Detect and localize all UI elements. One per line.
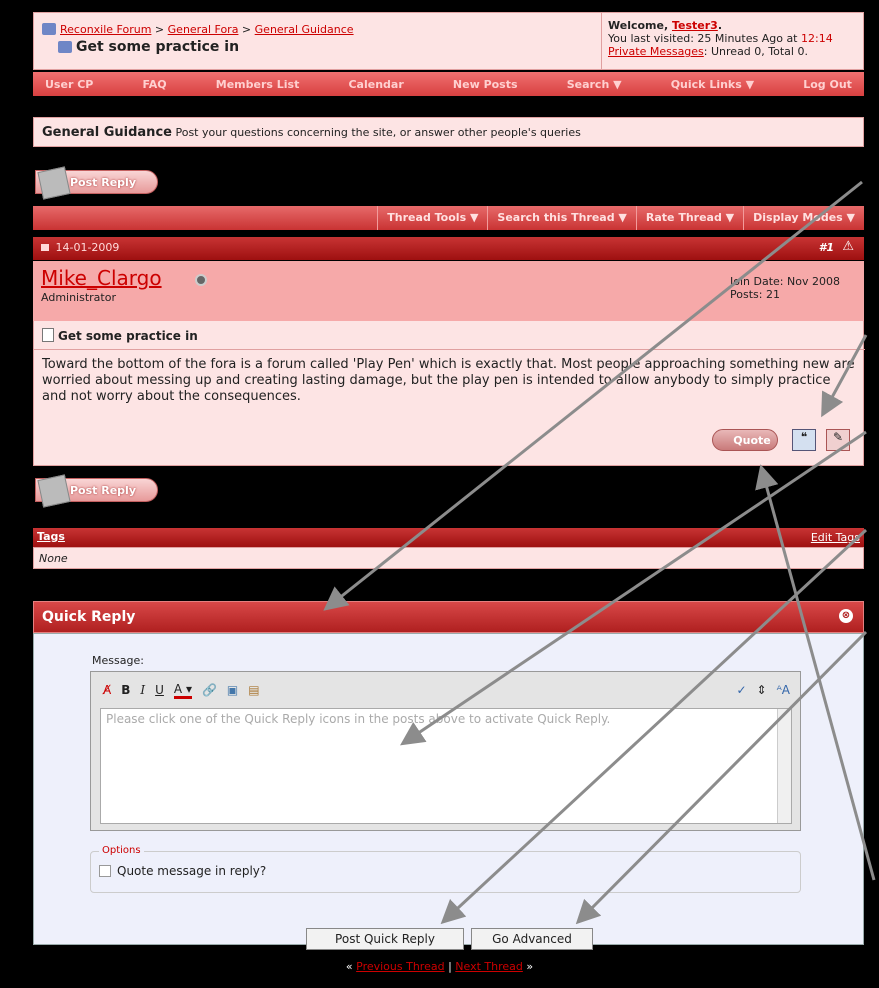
tags-header: Tags Edit Tags <box>33 528 864 547</box>
thread-tools-menu[interactable]: Thread Tools ▼ <box>377 206 487 230</box>
tags-body: None <box>33 547 864 569</box>
nav-log-out[interactable]: Log Out <box>803 78 852 91</box>
welcome-text: Welcome, <box>608 19 672 32</box>
tags-link[interactable]: Tags <box>37 530 65 543</box>
message-label: Message: <box>92 654 144 667</box>
post-count: Posts: 21 <box>730 288 780 301</box>
post-title: Get some practice in <box>42 328 198 343</box>
editor-toolbar: A̸ B I U A ▾ 🔗 ▣ ▤ ✓ ⇕ ᴬA <box>95 676 796 704</box>
collapse-icon[interactable]: ⊗ <box>839 609 853 623</box>
quote-button-label: Quote <box>733 433 771 447</box>
breadcrumb-general-fora[interactable]: General Fora <box>168 23 239 36</box>
quick-reply-icon[interactable]: ✎ <box>826 429 850 451</box>
post-divider <box>34 349 865 350</box>
display-modes-menu[interactable]: Display Modes ▼ <box>743 206 864 230</box>
page-title: Get some practice in <box>58 39 239 55</box>
post-reply-label: Post Reply <box>70 483 136 497</box>
post-reply-button-top[interactable]: Post Reply <box>35 166 158 200</box>
insert-link-icon[interactable]: 🔗 <box>202 683 217 697</box>
switch-mode-icon[interactable]: ᴬA <box>777 683 790 697</box>
bold-icon[interactable]: B <box>121 683 130 697</box>
nav-search[interactable]: Search ▼ <box>567 78 622 91</box>
search-thread-menu[interactable]: Search this Thread ▼ <box>487 206 635 230</box>
remove-format-icon[interactable]: A̸ <box>103 683 111 697</box>
thread-title-text: Get some practice in <box>76 39 240 55</box>
thread-nav-separator: | <box>444 960 456 973</box>
username-link[interactable]: Tester3 <box>672 19 718 32</box>
nav-members-list[interactable]: Members List <box>216 78 300 91</box>
pm-counts: : Unread 0, Total 0. <box>703 45 808 58</box>
join-date: Join Date: Nov 2008 <box>730 275 840 288</box>
editor-box: A̸ B I U A ▾ 🔗 ▣ ▤ ✓ ⇕ ᴬA Please click o… <box>90 671 801 831</box>
nav-calendar[interactable]: Calendar <box>348 78 403 91</box>
post-reply-icon <box>37 166 71 200</box>
forum-icon <box>42 23 56 35</box>
breadcrumb-forum[interactable]: Reconxile Forum <box>60 23 151 36</box>
last-visited-time: 12:14 <box>801 32 833 45</box>
italic-icon[interactable]: I <box>140 683 145 697</box>
rate-thread-menu[interactable]: Rate Thread ▼ <box>635 206 743 230</box>
next-thread-link[interactable]: Next Thread <box>455 960 523 973</box>
forum-description-text: Post your questions concerning the site,… <box>175 126 581 139</box>
nav-user-cp[interactable]: User CP <box>45 78 93 91</box>
header-panel: Reconxile Forum > General Fora > General… <box>33 12 864 70</box>
forum-description: General Guidance Post your questions con… <box>33 117 864 147</box>
post-reply-button-bottom[interactable]: Post Reply <box>35 474 158 508</box>
quick-reply-title: Quick Reply <box>42 609 136 625</box>
post-reply-icon <box>37 474 71 508</box>
thread-navigation: « Previous Thread | Next Thread » <box>345 960 534 973</box>
options-legend: Options <box>99 845 144 856</box>
offline-status-icon <box>195 274 207 286</box>
resize-icon[interactable]: ⇕ <box>757 683 767 697</box>
go-advanced-button[interactable]: Go Advanced <box>471 928 593 950</box>
author-stats: Join Date: Nov 2008 Posts: 21 <box>730 275 840 301</box>
underline-icon[interactable]: U <box>155 683 164 697</box>
font-color-icon[interactable]: A ▾ <box>173 682 192 699</box>
report-warning-icon[interactable]: ⚠ <box>842 239 854 254</box>
breadcrumb-general-guidance[interactable]: General Guidance <box>255 23 354 36</box>
post-date-icon <box>41 244 49 251</box>
post-author-role: Administrator <box>41 291 116 304</box>
nav-quick-links[interactable]: Quick Links ▼ <box>671 78 754 91</box>
textarea-scrollbar[interactable] <box>777 709 791 823</box>
welcome-box: Welcome, Tester3. You last visited: 25 M… <box>601 13 864 69</box>
quote-button[interactable]: Quote <box>712 429 778 451</box>
post-date: 14-01-2009 <box>55 241 120 254</box>
post-title-icon <box>42 328 54 342</box>
message-textarea[interactable]: Please click one of the Quick Reply icon… <box>100 708 792 824</box>
post-message: Toward the bottom of the fora is a forum… <box>42 357 855 404</box>
post-title-text: Get some practice in <box>58 329 198 343</box>
message-placeholder: Please click one of the Quick Reply icon… <box>106 712 611 726</box>
private-messages-link[interactable]: Private Messages <box>608 45 704 58</box>
multi-quote-icon[interactable]: ❝ <box>792 429 816 451</box>
post-author-link[interactable]: Mike_Clargo <box>41 266 162 290</box>
tags-value: None <box>39 552 68 565</box>
post-body: Get some practice in Toward the bottom o… <box>33 321 865 466</box>
thread-icon <box>58 41 72 53</box>
nav-new-posts[interactable]: New Posts <box>453 78 518 91</box>
post-number-link[interactable]: #1 <box>819 241 834 254</box>
options-fieldset: Options Quote message in reply? <box>90 845 801 893</box>
forum-name: General Guidance <box>42 125 172 140</box>
post-header: 14-01-2009 #1 ⚠ <box>33 237 864 260</box>
previous-thread-link[interactable]: Previous Thread <box>356 960 444 973</box>
thread-tools-bar: Thread Tools ▼ Search this Thread ▼ Rate… <box>33 206 864 230</box>
quick-reply-header: Quick Reply ⊗ <box>33 601 864 633</box>
insert-image-icon[interactable]: ▣ <box>227 683 238 697</box>
post-reply-label: Post Reply <box>70 175 136 189</box>
quick-reply-body: Message: A̸ B I U A ▾ 🔗 ▣ ▤ ✓ ⇕ ᴬA Pleas… <box>33 633 864 950</box>
breadcrumb: Reconxile Forum > General Fora > General… <box>42 23 354 36</box>
wrap-quote-icon[interactable]: ▤ <box>248 683 259 697</box>
edit-tags-link[interactable]: Edit Tags <box>811 531 860 544</box>
quote-message-label: Quote message in reply? <box>117 864 267 878</box>
spell-check-icon[interactable]: ✓ <box>736 683 746 697</box>
post-quick-reply-button[interactable]: Post Quick Reply <box>306 928 464 950</box>
quote-message-checkbox[interactable] <box>99 865 111 877</box>
last-visited-text: You last visited: 25 Minutes Ago at <box>608 32 801 45</box>
nav-faq[interactable]: FAQ <box>142 78 166 91</box>
navbar: User CP FAQ Members List Calendar New Po… <box>33 72 864 96</box>
post-user-info: Mike_Clargo Administrator Join Date: Nov… <box>33 261 864 321</box>
